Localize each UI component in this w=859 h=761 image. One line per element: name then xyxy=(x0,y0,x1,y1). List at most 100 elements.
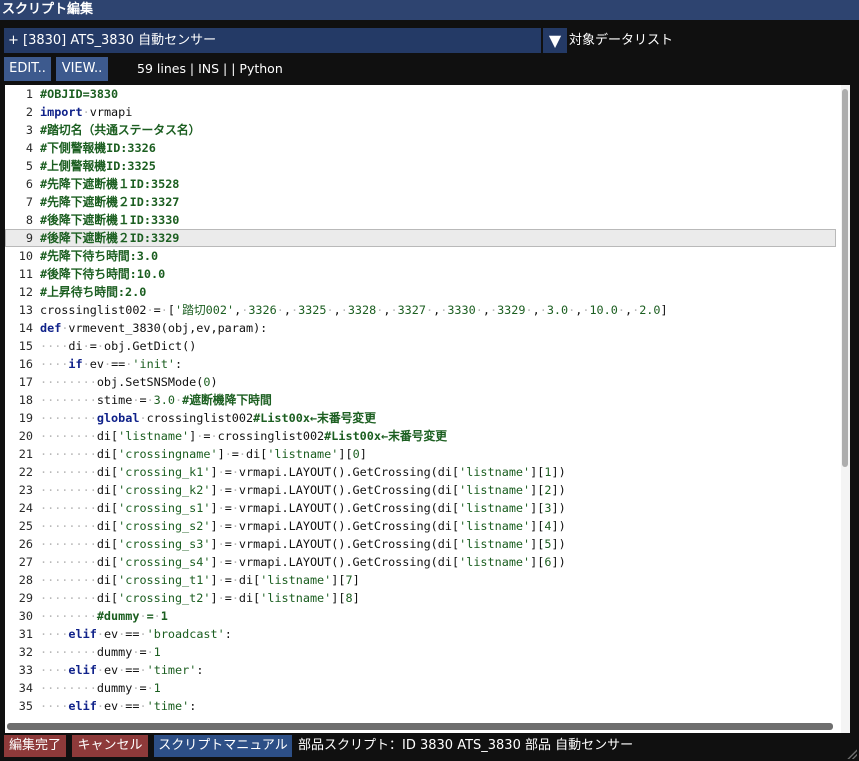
code-token: #下側警報機ID:3326 xyxy=(40,141,156,155)
code-token: crossinglist002 xyxy=(40,303,147,317)
script-select[interactable]: + [3830] ATS_3830 自動センサー xyxy=(4,28,541,53)
code-token: ········ xyxy=(40,501,97,515)
code-line[interactable]: 1 #OBJID=3830 xyxy=(5,85,836,103)
code-line[interactable]: 10 #先降下待ち時間:3.0 xyxy=(5,247,836,265)
line-number: 22 xyxy=(18,465,33,479)
code-token: 'crossing_s2' xyxy=(118,519,211,533)
code-token: di[ xyxy=(238,591,261,605)
code-token: di[ xyxy=(96,501,119,515)
code-token: , xyxy=(482,303,490,317)
code-token: 3328 xyxy=(347,303,377,317)
code-token: = xyxy=(224,465,232,479)
script-manual-button[interactable]: スクリプトマニュアル xyxy=(154,735,292,757)
code-line[interactable]: 33 ····elif·ev·==·'timer': xyxy=(5,661,836,679)
line-code: ····if·ev·==·'init': xyxy=(40,355,182,373)
code-line[interactable]: 15 ····di·=·obj.GetDict() xyxy=(5,337,836,355)
code-token: : xyxy=(196,663,204,677)
code-token: 'listname' xyxy=(459,483,531,497)
code-line[interactable]: 11 #後降下待ち時間:10.0 xyxy=(5,265,836,283)
code-token: ········ xyxy=(40,375,97,389)
code-line[interactable]: 34 ········dummy·=·1 xyxy=(5,679,836,697)
code-line[interactable]: 25 ········di['crossing_s2']·=·vrmapi.LAY… xyxy=(5,517,836,535)
code-token: ][ xyxy=(530,555,545,569)
cancel-button[interactable]: キャンセル xyxy=(72,735,148,757)
line-number: 28 xyxy=(18,573,33,587)
code-token: · xyxy=(217,537,225,551)
code-line[interactable]: 18 ········stime·=·3.0·#遮断機降下時間 xyxy=(5,391,836,409)
code-token: ········ xyxy=(40,447,97,461)
code-line[interactable]: 17 ········obj.SetSNSMode(0) xyxy=(5,373,836,391)
target-data-list-label[interactable]: 対象データリスト xyxy=(569,28,673,53)
code-token: 3325 xyxy=(298,303,327,317)
finish-edit-button[interactable]: 編集完了 xyxy=(4,735,66,757)
code-token: #後降下待ち時間:10.0 xyxy=(40,267,166,281)
code-token: ···· xyxy=(40,357,69,371)
code-token: ] xyxy=(352,591,360,605)
code-token: · xyxy=(217,465,225,479)
code-line[interactable]: 22 ········di['crossing_k1']·=·vrmapi.LAY… xyxy=(5,463,836,481)
code-token: · xyxy=(103,357,112,371)
code-line[interactable]: 14 def·vrmevent_3830(obj,ev,param): xyxy=(5,319,836,337)
code-line[interactable]: 24 ········di['crossing_s1']·=·vrmapi.LAY… xyxy=(5,499,836,517)
code-token: ] xyxy=(210,501,218,515)
code-token: : xyxy=(189,699,197,713)
code-token: 'crossing_s4' xyxy=(118,555,211,569)
line-number: 3 xyxy=(25,123,33,137)
code-line[interactable]: 4 #下側警報機ID:3326 xyxy=(5,139,836,157)
code-line[interactable]: 20 ········di['listname']·=·crossinglist0… xyxy=(5,427,836,445)
code-line[interactable]: 19 ········global·crossinglist002#List00x… xyxy=(5,409,836,427)
code-line[interactable]: 12 #上昇待ち時間:2.0 xyxy=(5,283,836,301)
line-number: 33 xyxy=(18,663,33,677)
code-line[interactable]: 28 ········di['crossing_t1']·=·di['listna… xyxy=(5,571,836,589)
code-token: · xyxy=(217,519,225,533)
code-line[interactable]: 16 ····if·ev·==·'init': xyxy=(5,355,836,373)
line-code: #踏切名（共通ステータス名） xyxy=(40,121,200,139)
code-line[interactable]: 5 #上側警報機ID:3325 xyxy=(5,157,836,175)
horizontal-scrollbar-thumb[interactable] xyxy=(7,723,833,730)
line-code: ····elif·ev·==·'time': xyxy=(40,697,196,715)
dropdown-button[interactable]: ▼ xyxy=(543,28,567,53)
code-token: 2.0 xyxy=(639,303,661,317)
edit-menu-button[interactable]: EDIT.. xyxy=(4,57,51,81)
resize-grip-icon[interactable] xyxy=(846,748,857,759)
code-token: == xyxy=(125,663,140,677)
code-line[interactable]: 32 ········dummy·=·1 xyxy=(5,643,836,661)
code-token: · xyxy=(231,501,239,515)
line-code: def·vrmevent_3830(obj,ev,param): xyxy=(40,319,267,337)
code-token: · xyxy=(231,537,239,551)
code-line[interactable]: 23 ········di['crossing_k2']·=·vrmapi.LAY… xyxy=(5,481,836,499)
code-token: ][ xyxy=(530,519,545,533)
code-token: = xyxy=(146,609,154,623)
code-line[interactable]: 29 ········di['crossing_t2']·=·di['listna… xyxy=(5,589,836,607)
vertical-scrollbar-thumb[interactable] xyxy=(842,89,848,467)
editor-status: 59 lines | INS | | Python xyxy=(137,61,283,76)
code-token: : xyxy=(175,357,183,371)
view-menu-button[interactable]: VIEW.. xyxy=(56,57,108,81)
code-line[interactable]: 13 crossinglist002·=·['踏切002',·3326·,·332… xyxy=(5,301,836,319)
code-line[interactable]: 35 ····elif·ev·==·'time': xyxy=(5,697,836,715)
code-line[interactable]: 9 #後降下遮断機２ID:3329 xyxy=(5,229,836,247)
code-token: ][ xyxy=(530,501,545,515)
code-token: = xyxy=(224,591,232,605)
code-editor[interactable]: 1 #OBJID=3830 2 import·vrmapi 3 #踏切名（共通ステータス名… xyxy=(5,85,850,733)
code-token: ········ xyxy=(40,465,97,479)
code-line[interactable]: 30 ········#dummy·=·1 xyxy=(5,607,836,625)
code-line[interactable]: 3 #踏切名（共通ステータス名） xyxy=(5,121,836,139)
code-token: ]) xyxy=(551,555,566,569)
code-line[interactable]: 27 ········di['crossing_s4']·=·vrmapi.LAY… xyxy=(5,553,836,571)
code-line[interactable]: 6 #先降下遮断機１ID:3528 xyxy=(5,175,836,193)
code-token: 3.0 xyxy=(153,393,175,407)
code-token: · xyxy=(231,591,239,605)
code-line[interactable]: 31 ····elif·ev·==·'broadcast': xyxy=(5,625,836,643)
code-line[interactable]: 7 #先降下遮断機２ID:3327 xyxy=(5,193,836,211)
code-token: 7 xyxy=(345,573,353,587)
line-code: ········di['crossingname']·=·di['listnam… xyxy=(40,445,367,463)
code-line[interactable]: 2 import·vrmapi xyxy=(5,103,836,121)
code-token: vrmevent_3830(obj,ev,param): xyxy=(68,321,268,335)
code-line[interactable]: 21 ········di['crossingname']·=·di['listn… xyxy=(5,445,836,463)
code-token: · xyxy=(160,303,168,317)
code-token: 'listname' xyxy=(459,519,531,533)
code-token: 3327 xyxy=(397,303,426,317)
code-line[interactable]: 26 ········di['crossing_s3']·=·vrmapi.LAY… xyxy=(5,535,836,553)
code-line[interactable]: 8 #後降下遮断機１ID:3330 xyxy=(5,211,836,229)
